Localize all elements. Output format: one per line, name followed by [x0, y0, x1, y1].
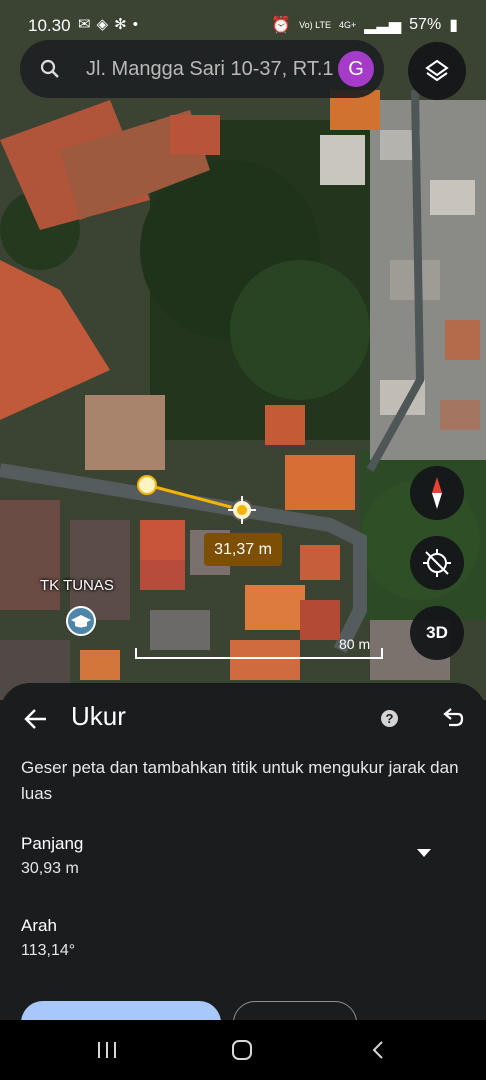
- recents-icon[interactable]: [96, 1038, 118, 1062]
- network-type: 4G+: [338, 19, 357, 30]
- layers-icon: [425, 59, 449, 82]
- alarm-icon: ⏰: [271, 17, 292, 34]
- help-icon[interactable]: ?: [381, 710, 398, 727]
- sheet-title: Ukur: [71, 701, 126, 731]
- measure-sheet: Ukur ? Geser peta dan tambahkan titik un…: [0, 683, 486, 1020]
- measurement-line: [137, 475, 256, 524]
- undo-icon[interactable]: [439, 705, 465, 731]
- location-disabled-button[interactable]: [410, 536, 464, 590]
- search-icon: [40, 59, 59, 78]
- battery-icon: ▮: [449, 17, 458, 34]
- avatar[interactable]: G: [338, 51, 374, 87]
- location-off-icon: [423, 549, 451, 577]
- secondary-action-button[interactable]: [233, 1001, 357, 1020]
- measure-instructions: Geser peta dan tambahkan titik untuk men…: [21, 758, 459, 803]
- system-nav-bar: [0, 1020, 486, 1080]
- compass-button[interactable]: [410, 466, 464, 520]
- signal-icon: ▂▃▅: [364, 17, 402, 34]
- location-shield-icon: ◈: [96, 16, 115, 33]
- status-time: 10.30: [28, 16, 71, 35]
- mail-icon: ✉: [78, 16, 97, 33]
- search-input[interactable]: Jl. Mangga Sari 10-37, RT.1: [86, 58, 342, 81]
- map-view[interactable]: 31,37 m TK TUNAS 80 m 3D: [0, 0, 486, 700]
- status-right: ⏰ Vo) LTE 4G+ ▂▃▅ 57% ▮: [271, 15, 458, 35]
- poi-label[interactable]: TK TUNAS: [40, 577, 114, 594]
- primary-action-button[interactable]: [21, 1001, 221, 1020]
- school-cap-icon[interactable]: [66, 606, 96, 636]
- notification-icons: ✉◈✻•: [78, 15, 144, 33]
- map-scale-label: 80 m: [339, 636, 371, 652]
- dot-icon: •: [132, 16, 144, 33]
- length-label: Panjang: [21, 834, 84, 853]
- layers-button[interactable]: [408, 42, 466, 100]
- measurement-distance-label: 31,37 m: [204, 533, 282, 566]
- measure-point-start: [137, 475, 157, 495]
- chevron-down-icon[interactable]: [417, 849, 431, 857]
- length-value: 30,93 m: [21, 860, 79, 877]
- search-bar[interactable]: Jl. Mangga Sari 10-37, RT.1 G: [20, 40, 384, 98]
- volte-icon: Vo) LTE: [299, 19, 331, 30]
- direction-value: 113,14°: [21, 942, 76, 959]
- direction-label: Arah: [21, 916, 57, 935]
- 3d-button[interactable]: 3D: [410, 606, 464, 660]
- pinwheel-icon: ✻: [114, 16, 133, 33]
- compass-icon: [432, 477, 442, 509]
- home-icon[interactable]: [229, 1038, 255, 1062]
- battery-percent: 57%: [409, 16, 442, 33]
- back-icon[interactable]: [368, 1038, 388, 1062]
- back-arrow-icon[interactable]: [22, 705, 50, 733]
